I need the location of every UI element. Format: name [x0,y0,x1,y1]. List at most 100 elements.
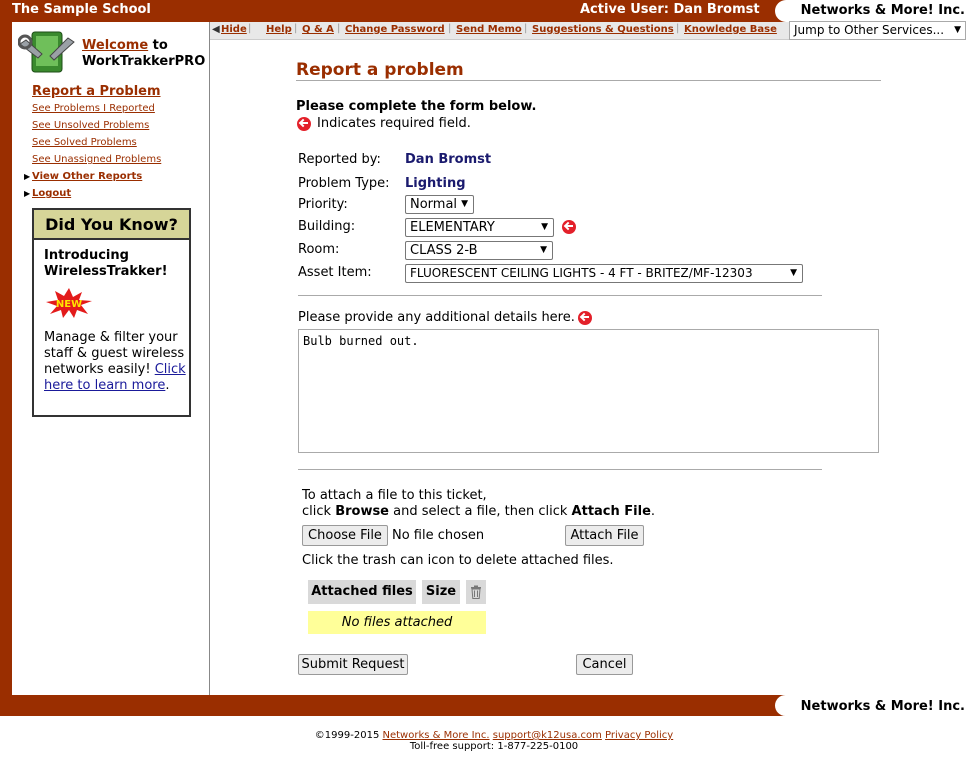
toolbar-separator: | [294,23,298,34]
toolbar-send-memo[interactable]: Send Memo [456,24,522,35]
choose-file-button[interactable]: Choose File [302,525,388,546]
welcome-block: Welcome to WorkTrakkerPRO [82,38,205,70]
chevron-down-icon: ▼ [461,199,468,209]
problem-type-value: Lighting [405,176,466,191]
form-divider [298,295,822,296]
expand-triangle-icon: ▶ [24,172,31,181]
left-border [0,22,12,695]
required-note-text: Indicates required field. [317,116,471,131]
chevron-down-icon: ▼ [541,222,548,232]
building-label: Building: [298,219,356,234]
privacy-policy-link[interactable]: Privacy Policy [605,730,673,741]
toolbar-separator: | [524,23,528,34]
worktrakker-logo-icon [18,31,75,73]
cancel-button[interactable]: Cancel [576,654,633,675]
toolbar-suggestions[interactable]: Suggestions & Questions [532,24,674,35]
asset-item-value: FLUORESCENT CEILING LIGHTS - 4 FT - BRIT… [410,266,753,280]
priority-select[interactable]: Normal ▼ [405,195,474,214]
did-you-know-title: Introducing WirelessTrakker! [44,248,168,279]
school-name: The Sample School [12,2,151,17]
building-value: ELEMENTARY [410,220,495,235]
no-file-chosen: No file chosen [392,528,485,543]
toolbar-knowledge-base[interactable]: Knowledge Base [684,24,777,35]
no-files-attached: No files attached [308,611,486,634]
required-arrow-icon [297,116,311,131]
company-link[interactable]: Networks & More Inc. [382,730,489,741]
nav-logout[interactable]: Logout [32,188,71,199]
hide-arrow-icon: ◀ [212,24,220,35]
page-title: Report a problem [296,60,464,80]
submit-request-button[interactable]: Submit Request [298,654,408,675]
toolbar-separator: | [248,23,252,34]
nav-view-other-reports[interactable]: View Other Reports [32,171,142,182]
app-name: WorkTrakkerPRO [82,54,206,69]
did-you-know-period: . [165,378,170,393]
details-label: Please provide any additional details he… [298,310,575,325]
nav-solved-problems[interactable]: See Solved Problems [32,137,137,148]
form-instructions: Please complete the form below. [296,99,537,114]
welcome-link[interactable]: Welcome [82,38,148,53]
copyright-text: ©1999-2015 [314,730,383,741]
title-divider [296,80,881,81]
form-divider [298,469,822,470]
jump-services-select[interactable]: Jump to Other Services... ▼ [789,21,966,40]
attach-click: click [302,504,336,519]
details-textarea[interactable]: Bulb burned out. [298,329,879,453]
room-label: Room: [298,242,340,257]
problem-type-label: Problem Type: [298,176,390,191]
nav-problems-reported[interactable]: See Problems I Reported [32,103,155,114]
toolbar-change-password[interactable]: Change Password [345,24,445,35]
reported-by-label: Reported by: [298,152,381,167]
toolbar-separator: | [448,23,452,34]
col-attached-files: Attached files [308,580,416,604]
attach-browse: Browse [335,504,390,519]
trash-note: Click the trash can icon to delete attac… [302,553,614,568]
priority-value: Normal [410,197,458,212]
footer-brand: Networks & More! Inc. [775,695,973,716]
nav-unsolved-problems[interactable]: See Unsolved Problems [32,120,149,131]
brand-name: Networks & More! Inc. [775,0,973,22]
room-value: CLASS 2-B [410,243,478,258]
attach-period: . [650,504,656,519]
new-badge-text: NEW [56,299,82,310]
toolbar-qa[interactable]: Q & A [302,24,334,35]
jump-services-value: Jump to Other Services... [794,23,945,37]
reported-by-value: Dan Bromst [405,152,492,167]
col-size: Size [422,580,460,604]
attach-middle: and select a file, then click [389,504,572,519]
attach-instructions-line1: To attach a file to this ticket, [302,488,487,503]
did-you-know-box: Did You Know? Introducing WirelessTrakke… [32,208,191,417]
nav-report-problem[interactable]: Report a Problem [32,84,161,99]
toolbar-help[interactable]: Help [266,24,292,35]
nav-unassigned-problems[interactable]: See Unassigned Problems [32,154,161,165]
required-arrow-icon [562,220,576,234]
trash-header [466,580,486,604]
details-label-row: Please provide any additional details he… [298,310,592,325]
copyright-block: ©1999-2015 Networks & More Inc. support@… [0,730,973,752]
asset-item-label: Asset Item: [298,265,372,280]
required-arrow-icon [577,310,592,325]
room-select[interactable]: CLASS 2-B ▼ [405,241,553,260]
attach-file-bold: Attach File [571,504,651,519]
toolbar: ◀ Hide | Help | Q & A | Change Password … [210,22,789,40]
chevron-down-icon: ▼ [790,268,797,278]
tollfree-support: Toll-free support: 1-877-225-0100 [409,741,579,752]
toolbar-hide[interactable]: Hide [221,24,247,35]
building-select[interactable]: ELEMENTARY ▼ [405,218,554,237]
did-you-know-text: Manage & filter your staff & guest wirel… [44,330,189,394]
support-email-link[interactable]: support@k12usa.com [493,730,602,741]
toolbar-separator: | [337,23,341,34]
welcome-to: to [148,38,168,53]
toolbar-separator: | [676,23,680,34]
priority-label: Priority: [298,197,348,212]
active-user: Active User: Dan Bromst [580,2,760,17]
attach-instructions-line2: click Browse and select a file, then cli… [302,504,655,519]
expand-triangle-icon: ▶ [24,189,31,198]
asset-item-select[interactable]: FLUORESCENT CEILING LIGHTS - 4 FT - BRIT… [405,264,803,283]
required-note: Indicates required field. [297,116,471,131]
trash-icon[interactable] [470,585,482,599]
new-badge-icon: NEW [46,288,92,318]
chevron-down-icon: ▼ [540,245,547,255]
chevron-down-icon: ▼ [954,25,961,35]
attach-file-button[interactable]: Attach File [565,525,644,546]
